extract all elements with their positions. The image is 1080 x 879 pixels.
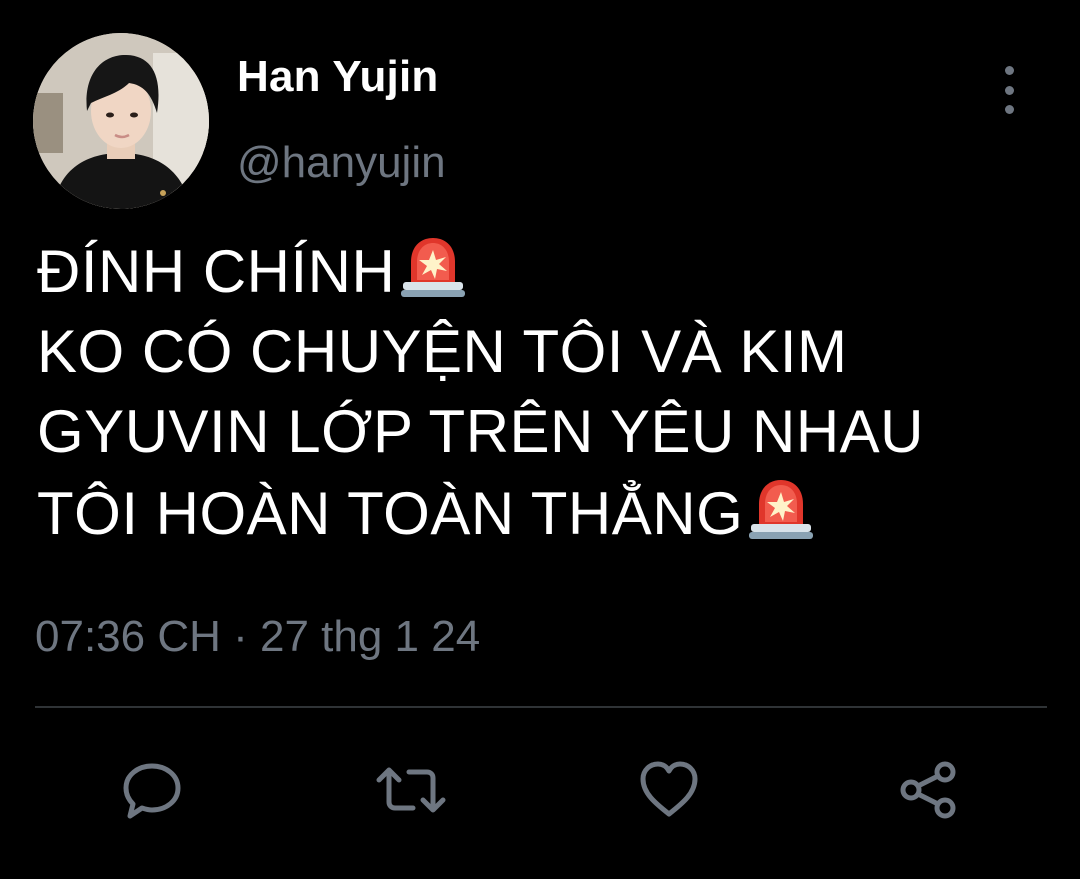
avatar-photo [33, 33, 209, 209]
tweet-text: ĐÍNH CHÍNH KO CÓ CHUYỆN TÔI VÀ KIM GYUVI… [37, 230, 1047, 554]
tweet-line-text: ĐÍNH CHÍNH [37, 238, 396, 305]
more-dot [1004, 85, 1014, 95]
share-icon [900, 761, 956, 819]
tweet-timestamp[interactable]: 07:36 CH · 27 thg 1 24 [35, 612, 480, 662]
more-dot [1004, 66, 1014, 75]
comment-icon [123, 763, 181, 819]
tweet-line: TÔI HOÀN TOÀN THẲNG [37, 472, 1047, 554]
like-button[interactable] [637, 758, 701, 822]
tweet-line-text: TÔI HOÀN TOÀN THẲNG [37, 480, 744, 547]
share-button[interactable] [897, 758, 961, 822]
rotating-light-icon [401, 238, 466, 297]
tweet-line: GYUVIN LỚP TRÊN YÊU NHAU [37, 398, 925, 465]
avatar[interactable] [33, 33, 209, 209]
tweet-line: ĐÍNH CHÍNH [37, 230, 1047, 312]
user-handle[interactable]: @hanyujin [237, 138, 446, 188]
rotating-light-icon [749, 480, 814, 539]
display-name[interactable]: Han Yujin [237, 52, 438, 102]
retweet-button[interactable] [375, 758, 446, 822]
more-options-button[interactable] [990, 66, 1028, 114]
tweet-card: Han Yujin @hanyujin ĐÍNH CHÍNH KO CÓ CHU… [0, 0, 1080, 879]
divider [35, 706, 1047, 708]
retweet-icon [376, 767, 446, 813]
heart-icon [640, 761, 698, 817]
reply-button[interactable] [120, 758, 184, 822]
tweet-line: KO CÓ CHUYỆN TÔI VÀ KIM [37, 318, 848, 385]
more-dot [1004, 105, 1014, 114]
